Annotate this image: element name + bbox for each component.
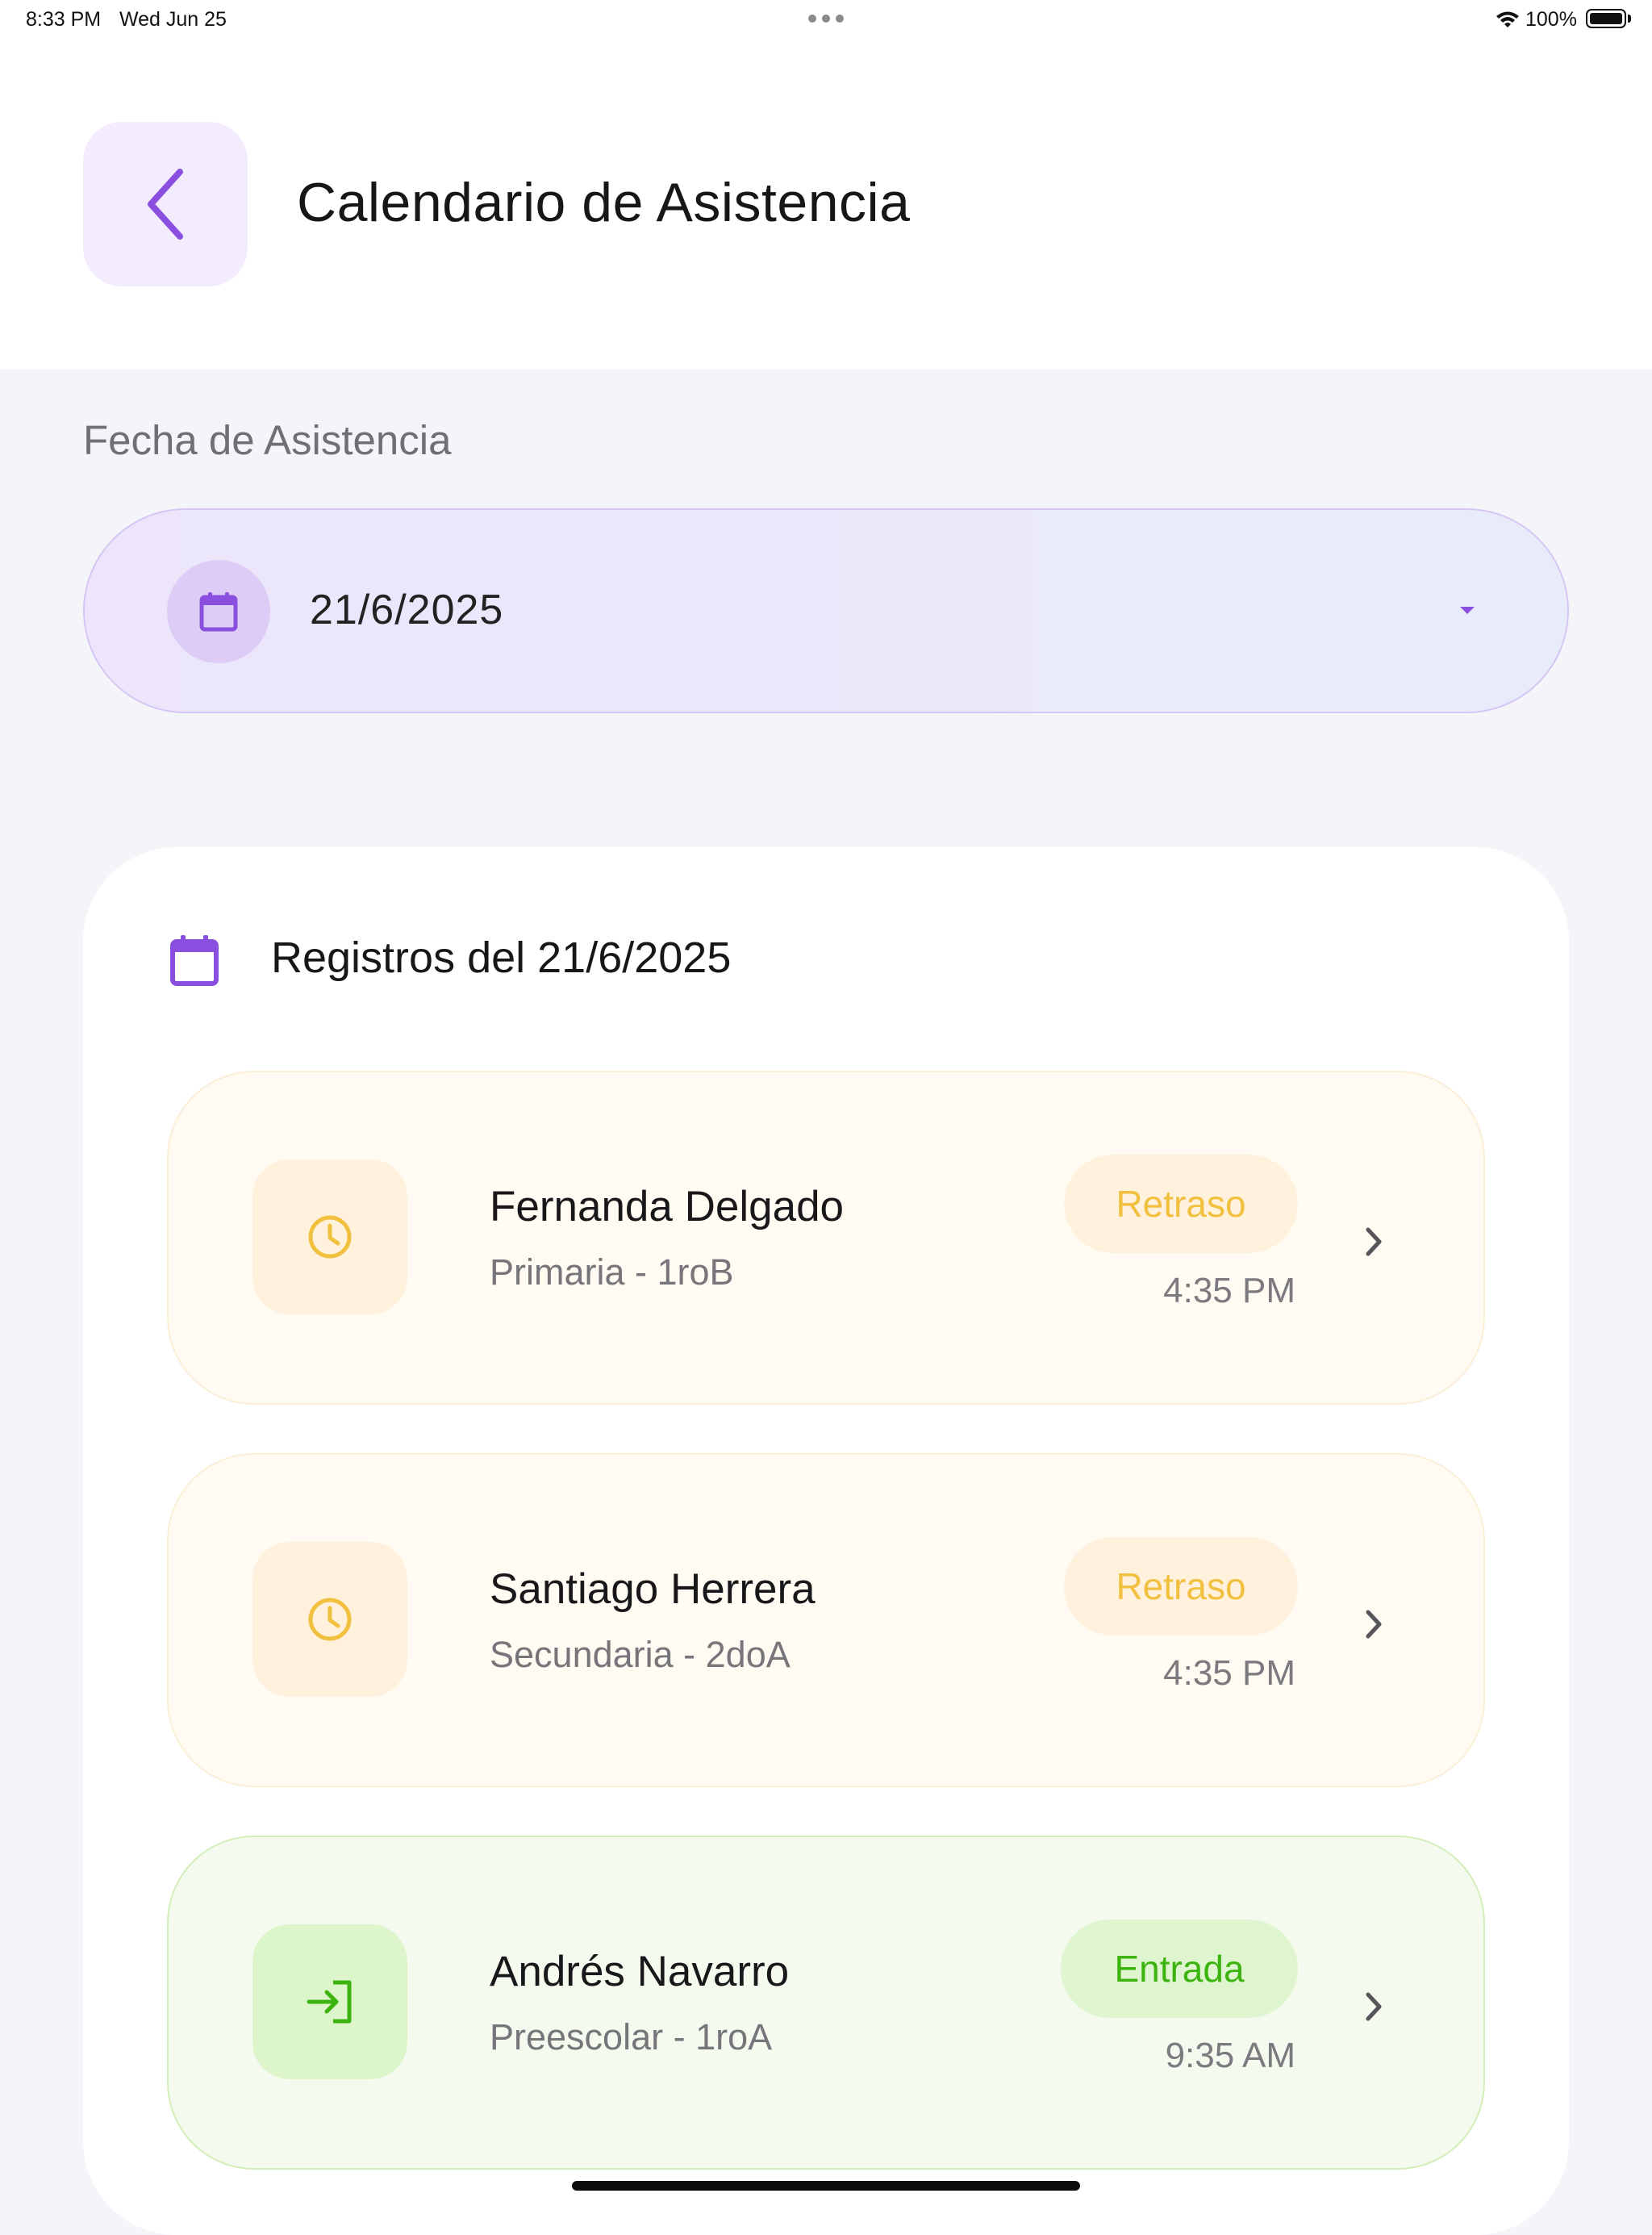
chevron-right-icon[interactable] [1364, 1226, 1383, 1258]
chevron-left-icon [148, 169, 183, 240]
status-date: Wed Jun 25 [119, 8, 227, 31]
battery-icon [1586, 9, 1626, 28]
date-section-label: Fecha de Asistencia [83, 417, 452, 463]
calendar-icon [170, 935, 219, 986]
calendar-icon [199, 592, 238, 632]
home-indicator[interactable] [572, 2181, 1080, 2191]
date-picker[interactable] [83, 508, 1569, 713]
clock-icon [308, 1215, 352, 1259]
back-button[interactable] [83, 122, 248, 286]
record-time: 4:35 PM [1163, 1653, 1295, 1693]
list-item[interactable]: Fernanda Delgado Primaria - 1roB Retraso… [167, 1071, 1485, 1405]
date-value: 21/6/2025 [310, 587, 504, 633]
list-item[interactable]: Andrés Navarro Preescolar - 1roA Entrada… [167, 1836, 1485, 2170]
list-item[interactable]: Santiago Herrera Secundaria - 2doA Retra… [167, 1453, 1485, 1787]
status-icon-box [252, 1159, 407, 1314]
multitasking-dots-icon[interactable] [808, 15, 844, 24]
record-time: 4:35 PM [1163, 1271, 1295, 1310]
status-badge: Retraso [1064, 1155, 1298, 1253]
battery-nub [1628, 15, 1631, 23]
date-icon-badge [167, 560, 270, 663]
status-time: 8:33 PM [26, 8, 102, 31]
student-group: Preescolar - 1roA [490, 2016, 773, 2057]
status-icon-box [252, 1924, 407, 2079]
battery-percent: 100% [1525, 8, 1577, 31]
student-name: Fernanda Delgado [490, 1183, 845, 1230]
records-title: Registros del 21/6/2025 [271, 934, 732, 982]
caret-down-icon[interactable] [1460, 607, 1475, 614]
page-title: Calendario de Asistencia [297, 172, 911, 233]
student-name: Andrés Navarro [490, 1948, 790, 1995]
status-badge: Entrada [1061, 1920, 1298, 2018]
student-group: Secundaria - 2doA [490, 1634, 791, 1675]
student-name: Santiago Herrera [490, 1565, 816, 1613]
chevron-right-icon[interactable] [1364, 1608, 1383, 1640]
chevron-right-icon[interactable] [1364, 1991, 1383, 2023]
status-icon-box [252, 1542, 407, 1697]
record-time: 9:35 AM [1165, 2036, 1295, 2075]
student-group: Primaria - 1roB [490, 1251, 734, 1293]
clock-icon [308, 1598, 352, 1641]
status-badge: Retraso [1064, 1537, 1298, 1636]
wifi-icon [1496, 11, 1519, 27]
login-icon [307, 1980, 352, 2024]
